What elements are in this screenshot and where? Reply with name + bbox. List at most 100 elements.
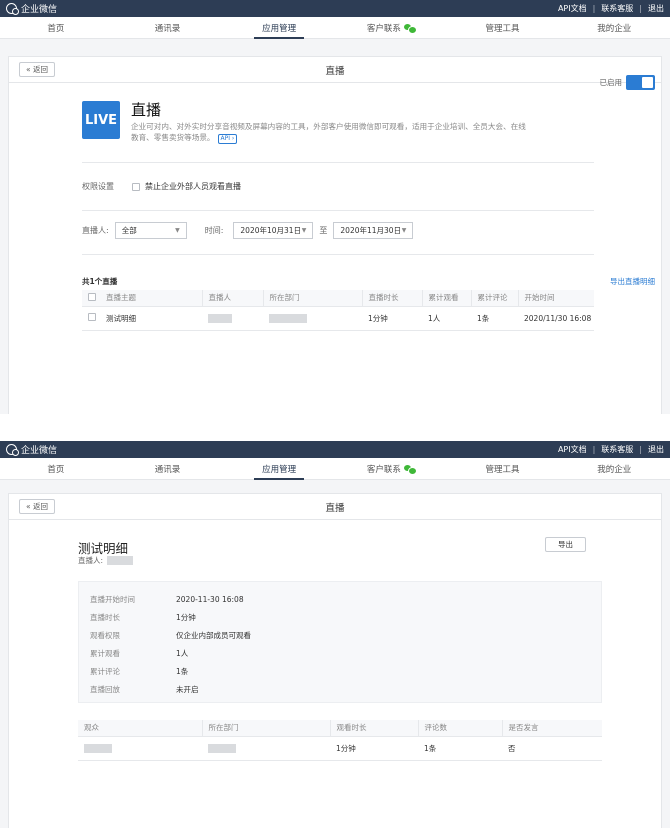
info-row: 直播开始时间 2020-11-30 16:08 bbox=[90, 594, 244, 604]
live-list-table: 直播主题 直播人 所在部门 直播时长 累计观看 累计评论 开始时间 测试明细 1… bbox=[82, 290, 594, 331]
viewer-table: 观众 所在部门 观看时长 评论数 是否发言 1分钟 1条 否 bbox=[78, 720, 602, 761]
col-comment-count: 评论数 bbox=[417, 720, 502, 737]
nav-customer-contact-label: 客户联系 bbox=[366, 464, 401, 475]
end-date-value: 2020年11月30日 bbox=[340, 226, 402, 235]
col-topic: 直播主题 bbox=[100, 290, 202, 307]
col-watch-duration: 观看时长 bbox=[329, 720, 418, 737]
start-date-select[interactable]: 2020年10月31日 ▼ bbox=[233, 222, 314, 239]
nav-home[interactable]: 首页 bbox=[0, 17, 112, 38]
permission-row: 权限设置 禁止企业外部人员观看直播 bbox=[82, 181, 241, 192]
host-label: 直播人: bbox=[78, 556, 104, 565]
brand[interactable]: 企业微信 bbox=[6, 2, 57, 15]
table-header: 观众 所在部门 观看时长 评论数 是否发言 bbox=[78, 720, 602, 737]
row-views: 1人 bbox=[422, 306, 471, 331]
row-duration: 1分钟 bbox=[362, 306, 422, 331]
row-comment-count: 1条 bbox=[418, 736, 502, 761]
app-description: 企业可对内、对外实时分享音视频及屏幕内容的工具，外部客户使用微信即可观看，适用于… bbox=[131, 122, 526, 144]
time-filter-label: 时间: bbox=[204, 226, 224, 235]
chevron-down-icon: ▼ bbox=[401, 227, 407, 234]
live-host: 直播人: bbox=[78, 555, 134, 566]
panel-header: « 返回 直播 bbox=[9, 494, 661, 520]
nav-customer-contact[interactable]: 客户联系 bbox=[335, 458, 447, 479]
row-comments: 1条 bbox=[471, 306, 518, 331]
nav-home[interactable]: 首页 bbox=[0, 458, 112, 479]
enable-status: 已启用 bbox=[599, 75, 655, 90]
col-department: 所在部门 bbox=[262, 290, 362, 307]
nav-customer-contact[interactable]: 客户联系 bbox=[335, 17, 447, 38]
wechat-icon bbox=[403, 464, 417, 475]
app-name: 直播 bbox=[131, 101, 162, 119]
back-button[interactable]: « 返回 bbox=[19, 62, 55, 77]
redacted-host bbox=[107, 556, 134, 565]
row-spoke: 否 bbox=[502, 736, 602, 761]
redacted-department bbox=[269, 313, 307, 323]
logout-link[interactable]: 退出 bbox=[648, 444, 664, 455]
logout-link[interactable]: 退出 bbox=[648, 3, 664, 14]
wechat-icon bbox=[403, 23, 417, 34]
top-links: API文档 | 联系客服 | 退出 bbox=[557, 444, 664, 455]
app-intro: LIVE 直播 企业可对内、对外实时分享音视频及屏幕内容的工具，外部客户使用微信… bbox=[82, 101, 594, 144]
block-external-checkbox[interactable] bbox=[132, 182, 140, 191]
redacted-host bbox=[208, 313, 232, 323]
host-select-value: 全部 bbox=[121, 226, 137, 235]
col-spoke: 是否发言 bbox=[501, 720, 602, 737]
info-row: 累计评论 1条 bbox=[90, 666, 189, 676]
panel-header: « 返回 直播 bbox=[9, 57, 661, 83]
brand[interactable]: 企业微信 bbox=[6, 443, 57, 456]
divider bbox=[82, 162, 594, 163]
col-department: 所在部门 bbox=[201, 720, 330, 737]
col-viewer: 观众 bbox=[78, 720, 202, 737]
nav-app-management[interactable]: 应用管理 bbox=[223, 17, 335, 38]
live-info-box: 直播开始时间 2020-11-30 16:08 直播时长 1分钟 观看权限 仅企… bbox=[78, 581, 602, 703]
contact-support-link[interactable]: 联系客服 bbox=[601, 3, 633, 14]
divider bbox=[82, 254, 594, 255]
page-title: 直播 bbox=[325, 65, 345, 77]
table-row[interactable]: 1分钟 1条 否 bbox=[78, 736, 602, 761]
col-views: 累计观看 bbox=[421, 290, 471, 307]
chevron-down-icon: ▼ bbox=[175, 227, 180, 234]
api-docs-link[interactable]: API文档 bbox=[558, 444, 587, 455]
nav-management-tools[interactable]: 管理工具 bbox=[447, 17, 559, 38]
col-start-time: 开始时间 bbox=[517, 290, 594, 307]
nav-contacts[interactable]: 通讯录 bbox=[112, 458, 224, 479]
nav-my-company[interactable]: 我的企业 bbox=[558, 17, 670, 38]
redacted-viewer bbox=[84, 743, 112, 753]
export-button[interactable]: 导出 bbox=[545, 537, 586, 552]
info-row: 直播回放 未开启 bbox=[90, 684, 199, 694]
top-bar: 企业微信 API文档 | 联系客服 | 退出 bbox=[0, 441, 670, 458]
select-all-checkbox[interactable] bbox=[88, 292, 96, 301]
top-bar: 企业微信 API文档 | 联系客服 | 退出 bbox=[0, 0, 670, 17]
chevron-down-icon: ▼ bbox=[301, 227, 307, 234]
content-panel: « 返回 直播 LIVE 直播 企业可对内、对外实时分享音视频及屏幕内容的工具，… bbox=[8, 56, 662, 414]
row-checkbox[interactable] bbox=[88, 313, 96, 321]
live-app-icon: LIVE bbox=[82, 101, 120, 139]
block-external-label[interactable]: 禁止企业外部人员观看直播 bbox=[145, 181, 241, 192]
end-date-select[interactable]: 2020年11月30日 ▼ bbox=[333, 222, 414, 239]
back-button[interactable]: « 返回 bbox=[19, 499, 55, 514]
export-details-link[interactable]: 导出直播明细 bbox=[610, 276, 655, 287]
filter-row: 直播人: 全部 ▼ 时间: 2020年10月31日 ▼ 至 2020年11月30… bbox=[82, 222, 414, 239]
live-count: 共1个直播 bbox=[82, 277, 118, 286]
screenshot-live-detail: 企业微信 API文档 | 联系客服 | 退出 首页 通讯录 应用管理 客户联系 … bbox=[0, 441, 670, 828]
enabled-label: 已启用 bbox=[599, 78, 623, 87]
contact-support-link[interactable]: 联系客服 bbox=[601, 444, 633, 455]
start-date-value: 2020年10月31日 bbox=[240, 226, 302, 235]
content-panel: « 返回 直播 测试明细 直播人: 导出 直播开始时间 2020-11-30 1… bbox=[8, 493, 662, 828]
page-title: 直播 bbox=[325, 502, 345, 514]
nav-my-company[interactable]: 我的企业 bbox=[558, 458, 670, 479]
table-row[interactable]: 测试明细 1分钟 1人 1条 2020/11/30 16:08 bbox=[82, 306, 594, 331]
enable-toggle[interactable] bbox=[626, 75, 655, 90]
permission-label: 权限设置 bbox=[82, 182, 114, 191]
api-tag[interactable]: API › bbox=[217, 134, 238, 144]
main-nav: 首页 通讯录 应用管理 客户联系 管理工具 我的企业 bbox=[0, 458, 670, 480]
nav-app-management[interactable]: 应用管理 bbox=[223, 458, 335, 479]
info-row: 累计观看 1人 bbox=[90, 648, 189, 658]
screenshot-live-list: 企业微信 API文档 | 联系客服 | 退出 首页 通讯录 应用管理 客户联系 … bbox=[0, 0, 670, 414]
main-nav: 首页 通讯录 应用管理 客户联系 管理工具 我的企业 bbox=[0, 17, 670, 39]
host-select[interactable]: 全部 ▼ bbox=[114, 222, 187, 239]
nav-contacts[interactable]: 通讯录 bbox=[112, 17, 224, 38]
col-comments: 累计评论 bbox=[470, 290, 518, 307]
row-topic[interactable]: 测试明细 bbox=[100, 306, 202, 331]
nav-management-tools[interactable]: 管理工具 bbox=[447, 458, 559, 479]
api-docs-link[interactable]: API文档 bbox=[558, 3, 587, 14]
